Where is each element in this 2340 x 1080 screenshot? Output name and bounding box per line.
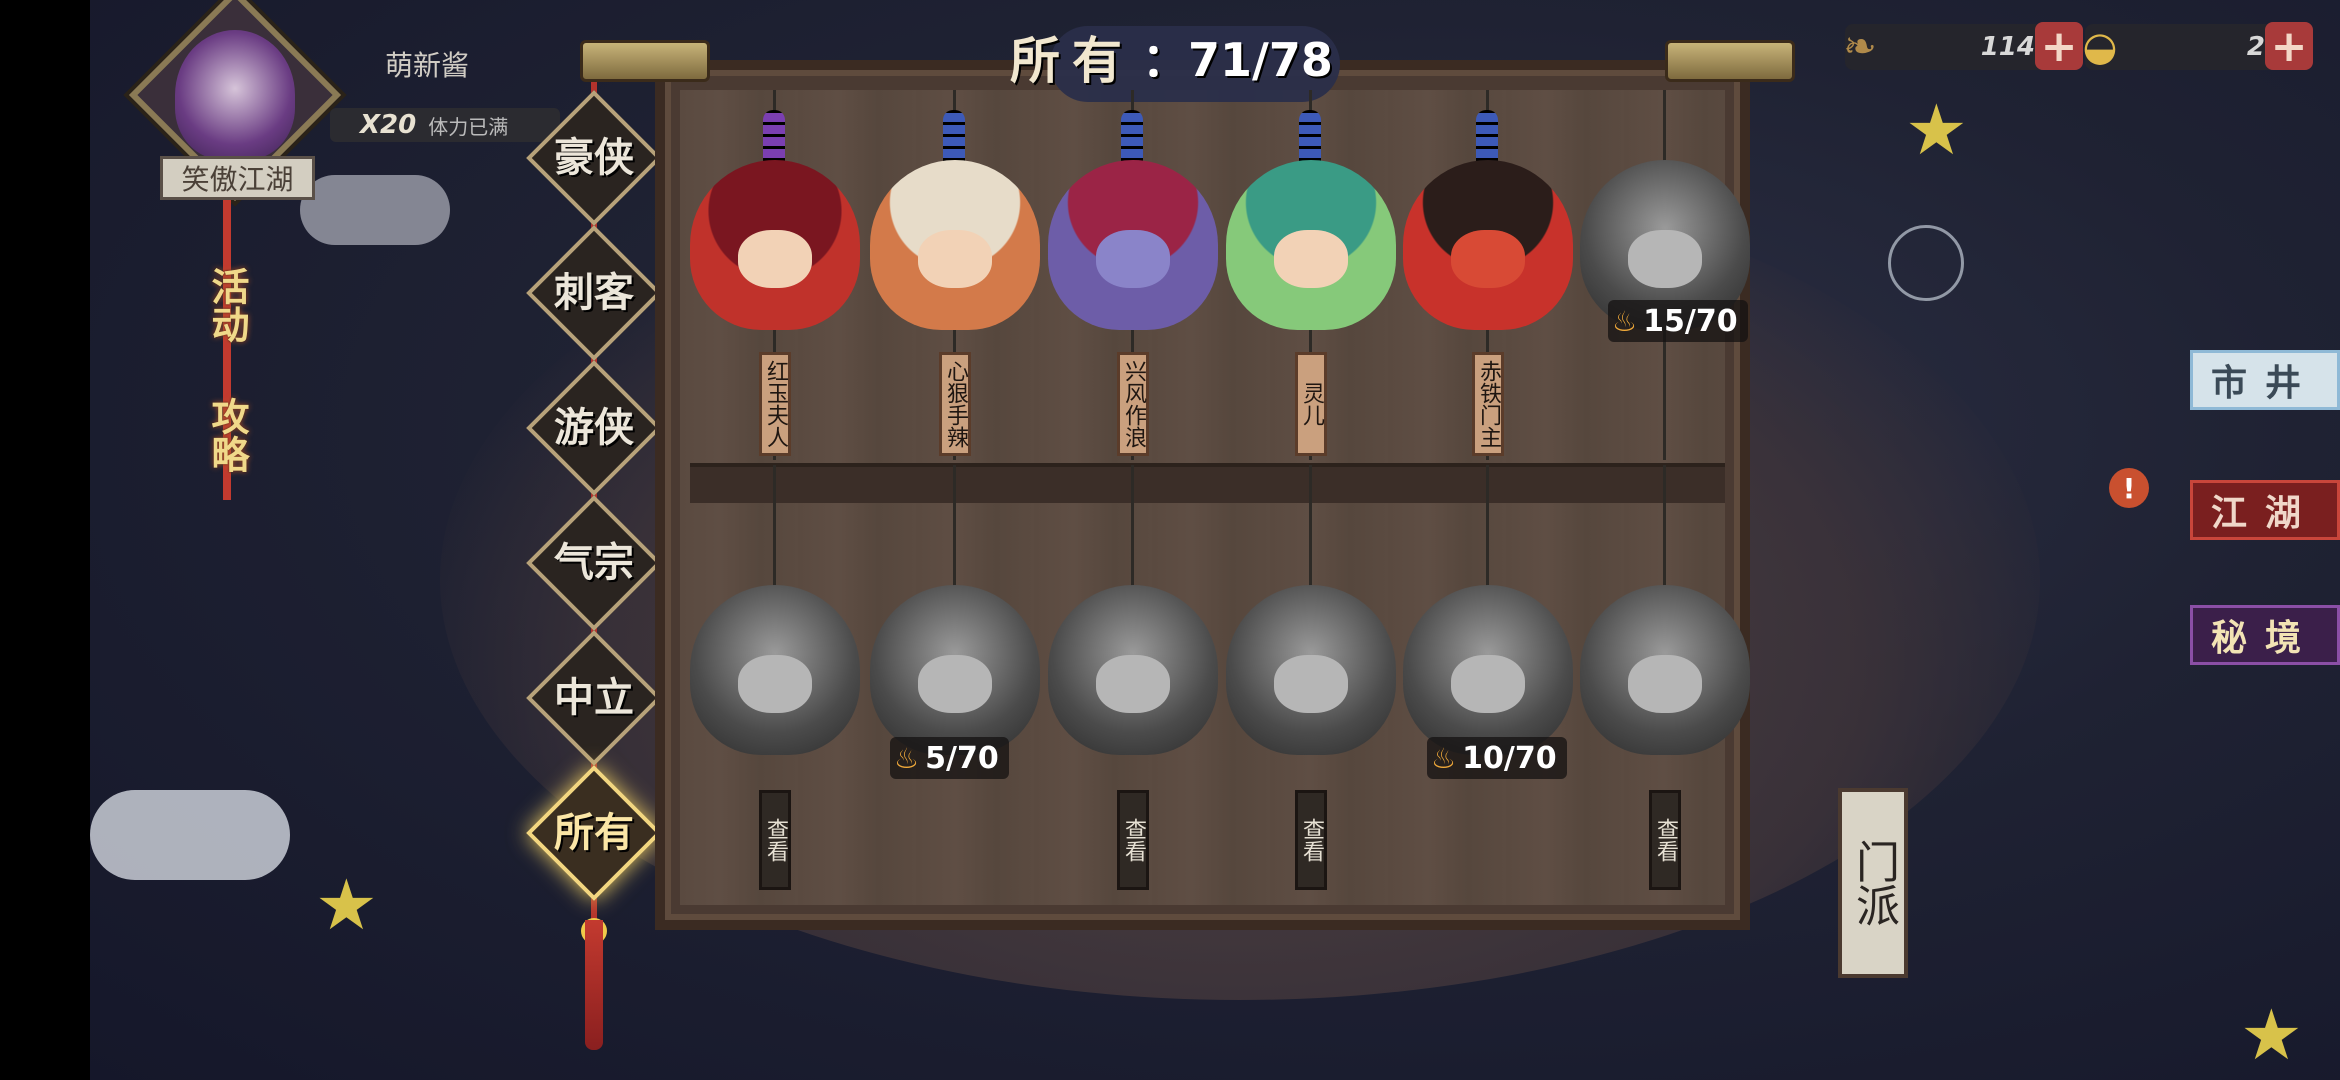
hero-card-locked[interactable]: 查看 — [1048, 465, 1218, 895]
guide-tag[interactable]: 攻略 — [185, 380, 270, 490]
view-button[interactable]: 查看 — [1295, 790, 1327, 890]
collection-title: 所有 ：71/78 — [1010, 12, 1340, 102]
player-name: 萌新酱 — [385, 49, 470, 82]
star-decoration: ★ — [2240, 994, 2303, 1076]
view-button[interactable]: 查看 — [759, 790, 791, 890]
view-button[interactable]: 查看 — [1649, 790, 1681, 890]
hero-card-locked[interactable]: ♨ 5/70 — [870, 465, 1040, 895]
hero-card[interactable]: 心狠手辣 — [870, 90, 1040, 460]
hero-card[interactable]: 兴风作浪 — [1048, 90, 1218, 460]
realm-plaque[interactable]: 笑傲江湖 — [160, 156, 315, 200]
currency-leaf: ❧ 114 + — [1843, 21, 2083, 72]
stamina-status: 体力已满 — [428, 114, 509, 139]
hero-card-locked[interactable]: ♨ 15/70 — [1580, 90, 1750, 460]
flame-icon: ♨ — [894, 741, 920, 775]
hero-name-tag: 赤铁门主 — [1472, 352, 1504, 456]
bubble-decoration — [1888, 225, 1964, 301]
background-sign-menpai[interactable]: 门派 — [1838, 788, 1908, 978]
menu-mijing[interactable]: 秘境 — [2190, 605, 2340, 665]
cabinet-corner-ornament — [580, 40, 710, 82]
tassel-decoration — [585, 920, 603, 1050]
currency-gold-amount: 2 — [2246, 32, 2265, 62]
hero-card[interactable]: 赤铁门主 — [1403, 90, 1573, 460]
add-gold-button[interactable]: + — [2265, 21, 2313, 72]
fragment-counter: ♨ 5/70 — [890, 737, 1009, 779]
hero-name-tag: 心狠手辣 — [939, 352, 971, 456]
stamina-bar[interactable]: X20 体力已满 — [330, 108, 560, 142]
menu-jianghu[interactable]: 江湖 — [2190, 480, 2340, 540]
collection-count: ：71/78 — [1142, 33, 1333, 87]
leaf-token-icon: ❧ — [1843, 24, 1877, 70]
event-tag[interactable]: 活动 — [185, 250, 270, 360]
menu-shijing[interactable]: 市井 — [2190, 350, 2340, 410]
hero-card[interactable]: 灵儿 — [1226, 90, 1396, 460]
currency-leaf-amount: 114 — [1980, 32, 2035, 62]
view-button[interactable]: 查看 — [1117, 790, 1149, 890]
background-cloud — [90, 790, 290, 880]
fragment-counter: ♨ 15/70 — [1608, 300, 1748, 342]
fragment-counter: ♨ 10/70 — [1427, 737, 1567, 779]
flame-icon: ♨ — [1431, 741, 1457, 775]
hero-card-locked[interactable]: 查看 — [1226, 465, 1396, 895]
collection-label: 所有 — [1010, 31, 1134, 90]
hero-name-tag: 灵儿 — [1295, 352, 1327, 456]
avatar[interactable] — [175, 30, 295, 160]
alert-icon: ! — [2109, 468, 2149, 508]
stamina-count: X20 — [360, 110, 417, 140]
hero-name-tag: 红玉夫人 — [759, 352, 791, 456]
gold-ingot-icon: ◒ — [2082, 24, 2118, 70]
star-decoration: ★ — [315, 864, 378, 946]
currency-gold: ◒ 2 + — [2083, 21, 2313, 72]
hero-card-locked[interactable]: 查看 — [690, 465, 860, 895]
hero-card-locked[interactable]: 查看 — [1580, 465, 1750, 895]
flame-icon: ♨ — [1612, 304, 1638, 338]
hero-name-tag: 兴风作浪 — [1117, 352, 1149, 456]
star-decoration: ★ — [1905, 89, 1968, 171]
hero-card-locked[interactable]: ♨ 10/70 — [1403, 465, 1573, 895]
background-cloud — [300, 175, 450, 245]
hero-card[interactable]: 红玉夫人 — [690, 90, 860, 460]
cabinet-corner-ornament — [1665, 40, 1795, 82]
left-black-bar — [0, 0, 90, 1080]
